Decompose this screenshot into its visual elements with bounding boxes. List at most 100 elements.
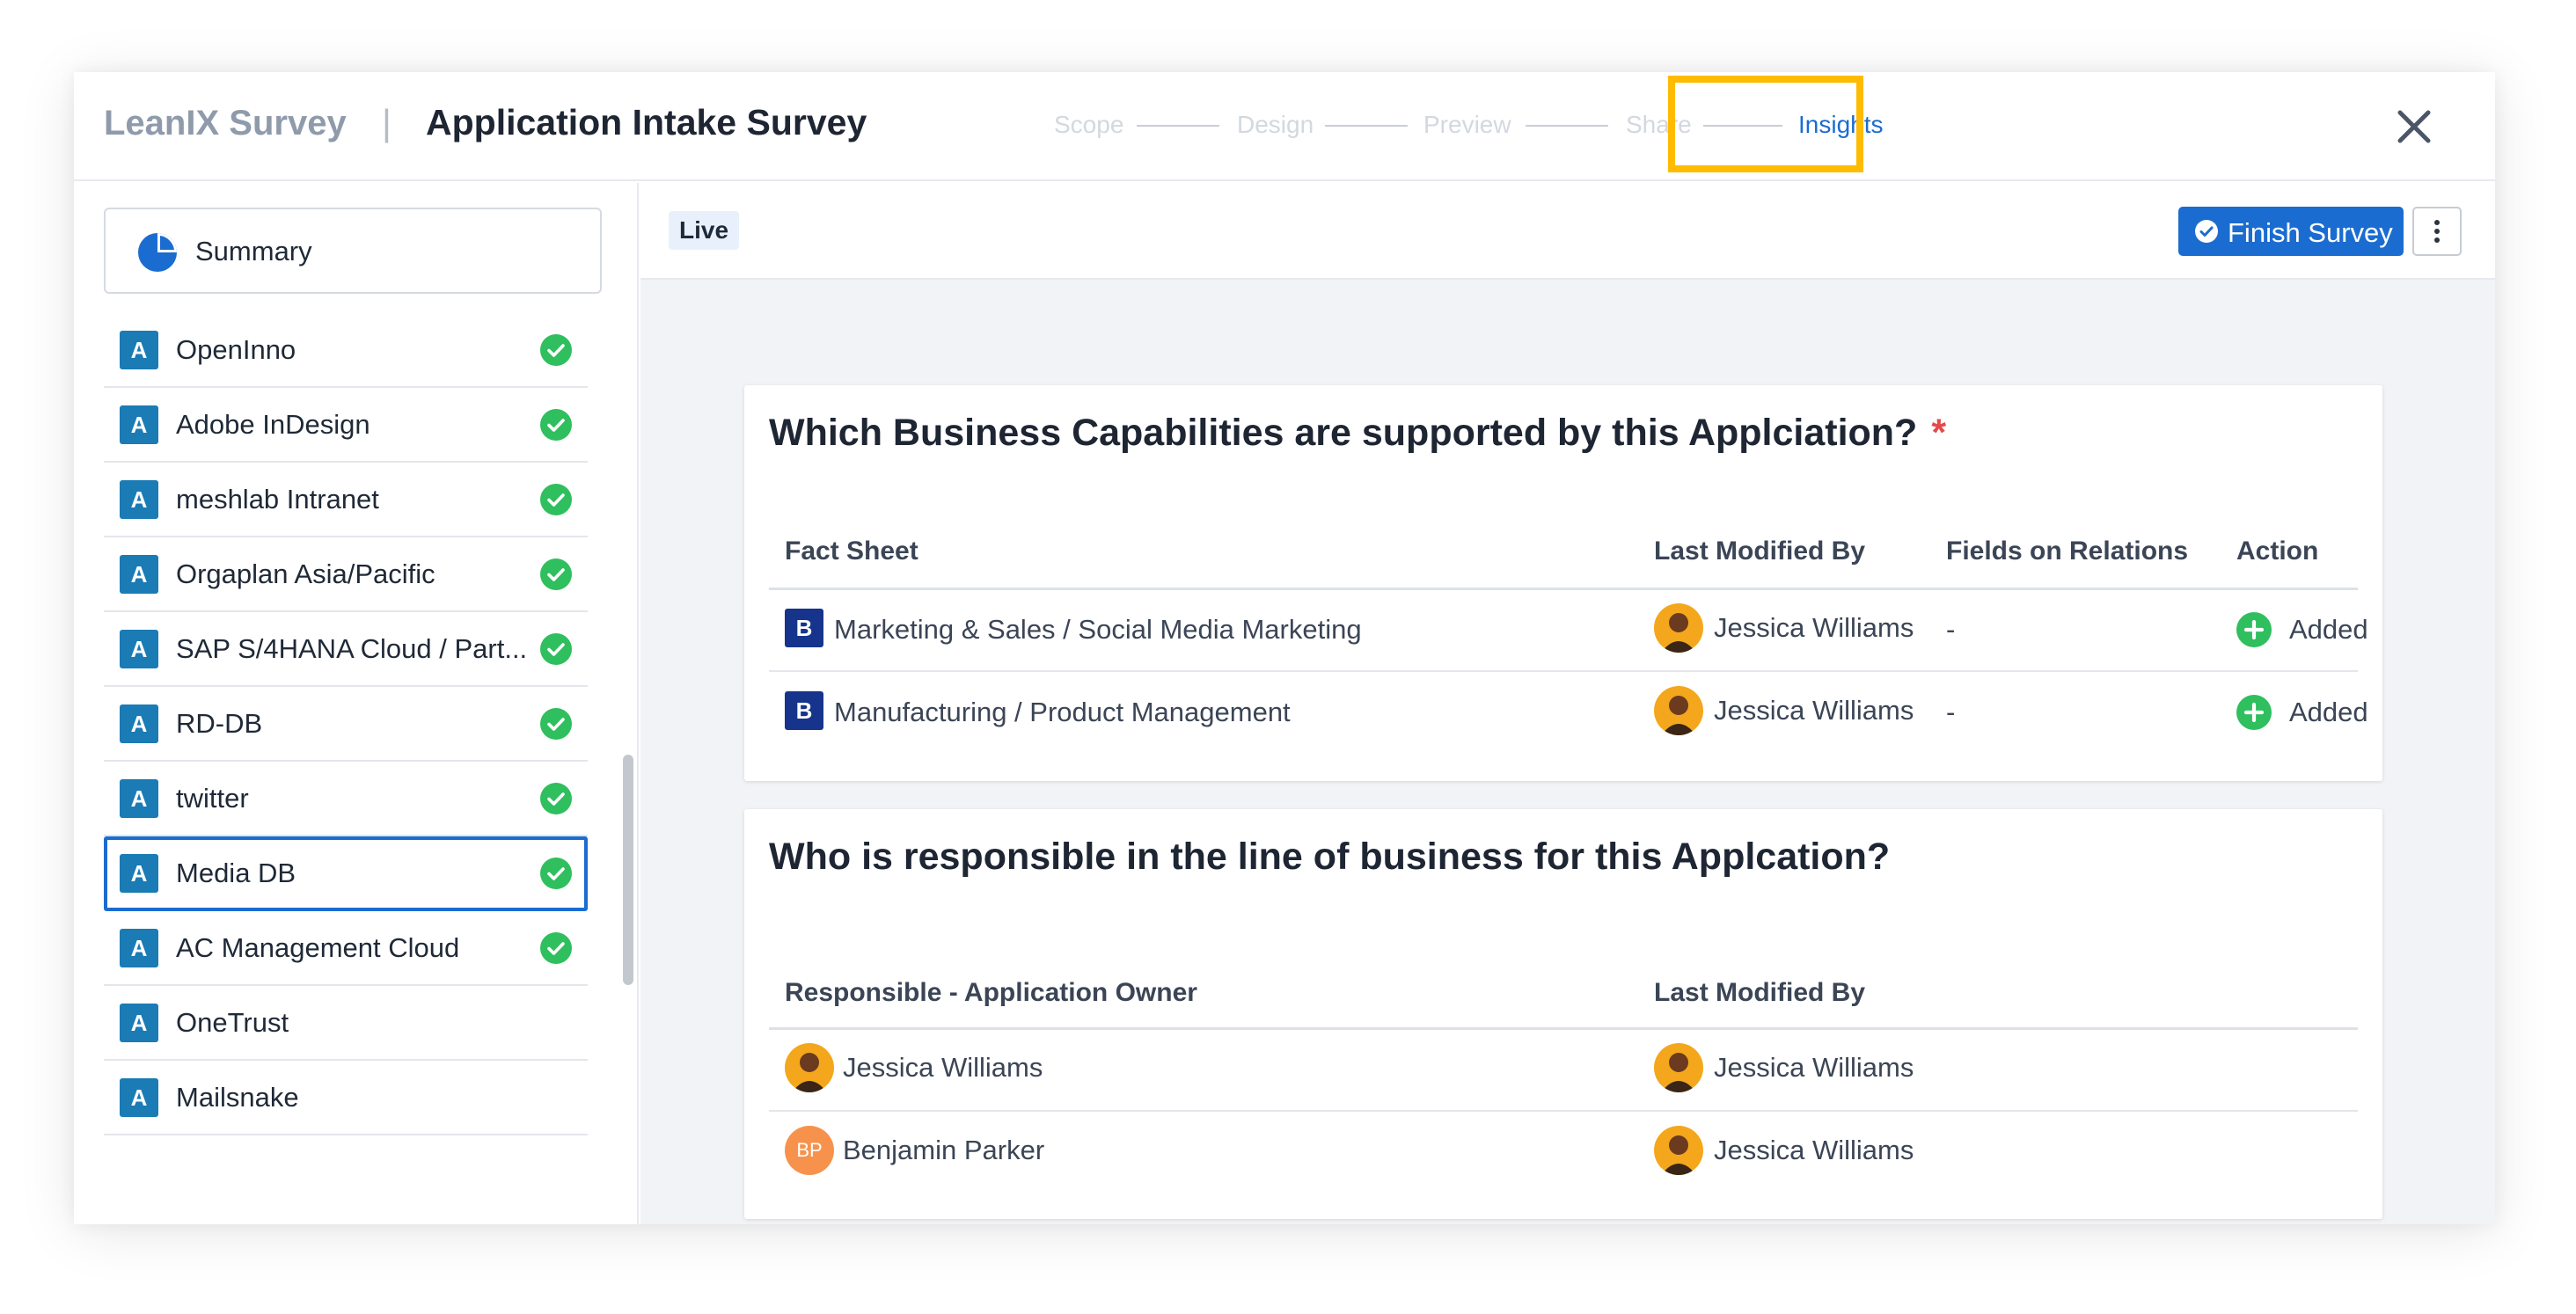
question-card-responsible: Who is responsible in the line of busine… [744,809,2382,1219]
capability-badge: B [785,609,823,647]
user-avatar-icon [1661,613,1696,653]
check-circle-icon [540,783,572,814]
question-title: Who is responsible in the line of busine… [769,836,1891,878]
table-divider [769,1027,2358,1030]
application-badge: A [120,480,158,519]
column-header-fact-sheet: Fact Sheet [785,537,918,566]
main-content: Live Finish Survey Which Business Capabi… [640,183,2495,1224]
required-marker: * [1931,412,1947,454]
modified-by-name: Jessica Williams [1714,612,1914,643]
app-item-adobe-indesign[interactable]: A Adobe InDesign [104,388,588,463]
check-circle-icon [540,858,572,889]
pie-chart-icon [138,233,177,272]
fields-on-relations-value: - [1946,614,1956,645]
modified-by-name: Jessica Williams [1714,1052,1914,1083]
app-name: meshlab Intranet [176,484,379,515]
check-circle-icon [540,633,572,665]
column-header-last-modified-by: Last Modified By [1654,978,1866,1007]
app-item-sap-s4hana[interactable]: A SAP S/4HANA Cloud / Part... [104,612,588,687]
summary-label: Summary [195,236,312,266]
table-divider [769,1110,2358,1112]
app-item-rd-db[interactable]: A RD-DB [104,687,588,762]
application-badge: A [120,1078,158,1117]
live-status-badge: Live [669,211,740,250]
user-avatar-icon [1661,696,1696,735]
application-badge: A [120,704,158,743]
application-badge: A [120,555,158,594]
user-avatar-icon [1661,1135,1696,1175]
step-connector [1526,125,1608,127]
app-name: OpenInno [176,334,296,365]
check-circle-icon [2195,220,2218,243]
check-circle-icon [540,708,572,740]
app-item-orgaplan[interactable]: A Orgaplan Asia/Pacific [104,537,588,612]
app-item-mailsnake[interactable]: A Mailsnake [104,1061,588,1135]
check-circle-icon [540,484,572,515]
app-item-ac-management-cloud[interactable]: A AC Management Cloud [104,911,588,986]
app-item-onetrust[interactable]: A OneTrust [104,986,588,1061]
application-badge: A [120,630,158,668]
modal-header: LeanIX Survey | Application Intake Surve… [74,72,2495,181]
avatar [1654,686,1703,735]
step-scope[interactable]: Scope [1054,111,1123,139]
action-status: Added [2289,614,2368,645]
question-text: Which Business Capabilities are supporte… [769,412,1918,454]
action-status: Added [2289,697,2368,727]
plus-circle-icon [2236,612,2272,647]
application-list: A OpenInno A Adobe InDesign A meshlab In… [104,313,588,1135]
question-title: Which Business Capabilities are supporte… [769,412,1946,455]
check-circle-icon [540,334,572,366]
step-design[interactable]: Design [1237,111,1314,139]
application-badge: A [120,405,158,444]
fact-sheet-link[interactable]: Manufacturing / Product Management [834,697,1291,728]
step-preview[interactable]: Preview [1423,111,1511,139]
step-connector [1137,125,1219,127]
modified-by-name: Jessica Williams [1714,695,1914,726]
app-name: RD-DB [176,708,263,739]
finish-survey-label: Finish Survey [2228,217,2393,248]
capability-badge: B [785,691,823,730]
app-name: Orgaplan Asia/Pacific [176,558,435,589]
app-name: twitter [176,783,249,814]
column-header-fields-on-relations: Fields on Relations [1946,537,2189,566]
app-name: AC Management Cloud [176,932,460,963]
avatar [1654,603,1703,653]
sidebar-scrollbar[interactable] [623,755,633,985]
avatar-initials: BP [785,1126,834,1175]
finish-survey-button[interactable]: Finish Survey [2178,207,2404,256]
check-circle-icon [540,409,572,441]
avatar [785,1043,834,1092]
step-highlight-box [1668,76,1863,172]
app-item-meshlab-intranet[interactable]: A meshlab Intranet [104,463,588,537]
fact-sheet-link[interactable]: Marketing & Sales / Social Media Marketi… [834,614,1362,646]
app-item-twitter[interactable]: A twitter [104,762,588,836]
more-vertical-icon [2434,220,2440,243]
column-header-action: Action [2236,537,2319,566]
app-name: Adobe InDesign [176,409,370,440]
app-item-media-db[interactable]: A Media DB [104,836,588,911]
application-badge: A [120,779,158,818]
more-options-button[interactable] [2412,207,2462,256]
survey-modal: LeanIX Survey | Application Intake Surve… [74,72,2495,1224]
owner-name: Jessica Williams [843,1052,1043,1083]
check-circle-icon [540,932,572,964]
application-badge: A [120,331,158,369]
results-toolbar: Live Finish Survey [640,183,2495,280]
application-badge: A [120,929,158,967]
avatar [1654,1126,1703,1175]
close-button[interactable] [2388,100,2441,153]
sidebar: Summary A OpenInno A Adobe InDesign A me… [74,183,639,1224]
table-divider [769,670,2358,672]
app-name: Media DB [176,858,296,888]
app-name: OneTrust [176,1007,289,1038]
column-header-responsible-owner: Responsible - Application Owner [785,978,1197,1007]
application-badge: A [120,1004,158,1042]
question-card-business-capabilities: Which Business Capabilities are supporte… [744,385,2382,781]
modified-by-name: Jessica Williams [1714,1135,1914,1165]
title-separator: | [382,102,392,143]
app-item-openinno[interactable]: A OpenInno [104,313,588,388]
fields-on-relations-value: - [1946,697,1956,727]
user-avatar-icon [792,1053,827,1092]
summary-button[interactable]: Summary [104,208,602,294]
application-badge: A [120,854,158,893]
